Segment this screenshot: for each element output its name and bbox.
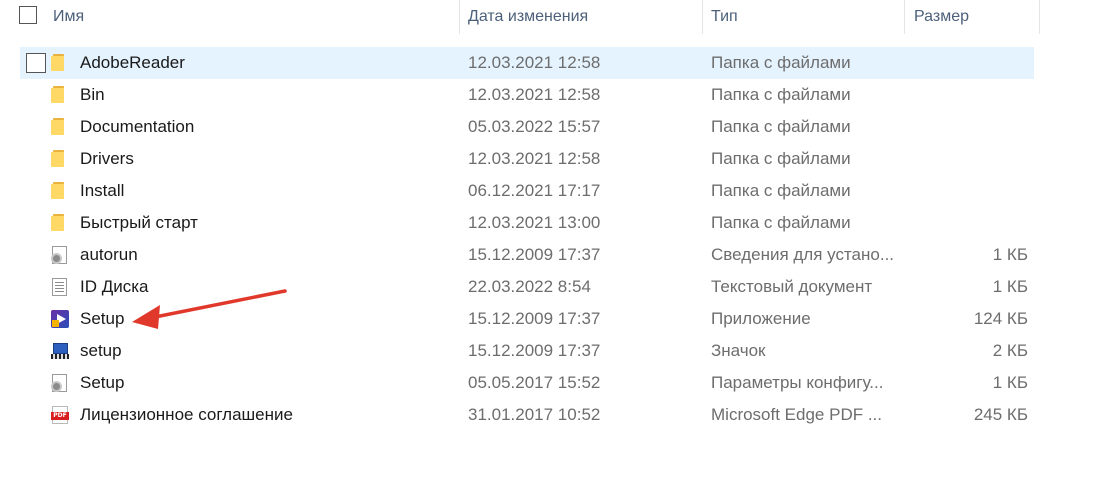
arrow-head bbox=[132, 305, 160, 329]
annotation-arrow bbox=[132, 289, 287, 329]
arrow-shaft bbox=[148, 289, 287, 320]
